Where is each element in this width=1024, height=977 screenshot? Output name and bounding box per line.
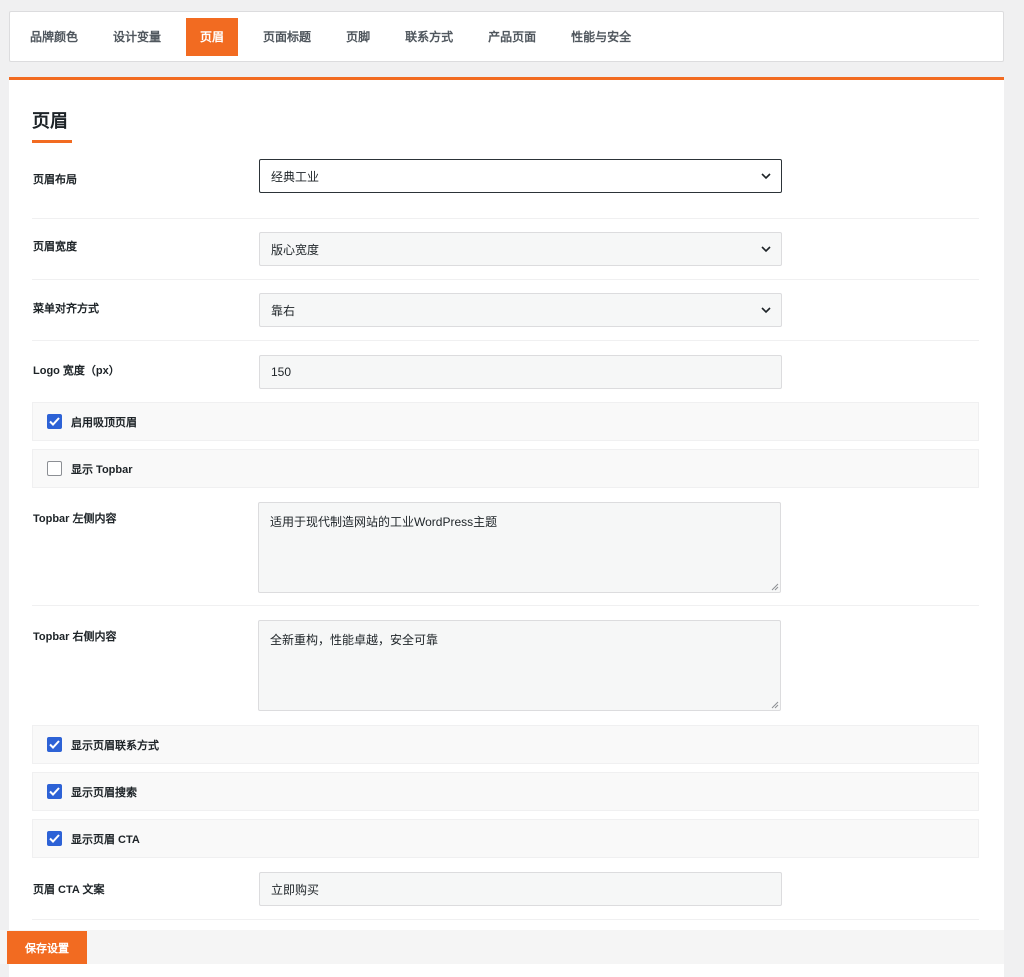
tab-product-page[interactable]: 产品页面 xyxy=(478,18,546,56)
header-width-label: 页眉宽度 xyxy=(33,241,77,253)
show-search-label: 显示页眉搜索 xyxy=(71,786,137,799)
section-title: 页眉 xyxy=(32,111,68,131)
resize-grip-icon[interactable] xyxy=(771,583,779,591)
checkmark-icon xyxy=(49,740,60,749)
topbar-left-wrapper: 适用于现代制造网站的工业WordPress主题 xyxy=(258,502,781,593)
show-search-toggle[interactable]: 显示页眉搜索 xyxy=(32,772,979,811)
show-cta-toggle[interactable]: 显示页眉 CTA xyxy=(32,819,979,858)
checkmark-icon xyxy=(49,787,60,796)
topbar-right-textarea[interactable]: 全新重构，性能卓越，安全可靠 xyxy=(258,620,781,711)
show-topbar-checkbox[interactable] xyxy=(47,461,62,476)
header-width-select[interactable]: 版心宽度 xyxy=(259,232,782,266)
show-search-checkbox[interactable] xyxy=(47,784,62,799)
show-topbar-label: 显示 Topbar xyxy=(71,463,133,476)
cta-text-label: 页眉 CTA 文案 xyxy=(33,884,105,896)
settings-panel: 页眉 页眉布局 经典工业 页眉宽度 版心宽度 菜单对齐方式 靠右 Logo 宽度… xyxy=(9,77,1004,977)
sticky-header-toggle[interactable]: 启用吸顶页眉 xyxy=(32,402,979,441)
show-cta-label: 显示页眉 CTA xyxy=(71,833,140,846)
cta-text-value: 立即购买 xyxy=(271,882,320,897)
tab-footer[interactable]: 页脚 xyxy=(336,18,380,56)
topbar-right-row: Topbar 右侧内容 全新重构，性能卓越，安全可靠 xyxy=(32,620,979,724)
tab-header[interactable]: 页眉 xyxy=(186,17,239,56)
menu-align-row: 菜单对齐方式 靠右 xyxy=(32,293,979,341)
tab-performance-security[interactable]: 性能与安全 xyxy=(561,18,641,56)
show-cta-checkbox[interactable] xyxy=(47,831,62,846)
topbar-left-textarea[interactable]: 适用于现代制造网站的工业WordPress主题 xyxy=(258,502,781,593)
logo-width-label: Logo 宽度（px） xyxy=(33,365,120,377)
show-contact-toggle[interactable]: 显示页眉联系方式 xyxy=(32,725,979,764)
header-layout-row: 页眉布局 经典工业 xyxy=(32,159,979,219)
save-settings-button[interactable]: 保存设置 xyxy=(7,931,87,964)
sticky-header-checkbox[interactable] xyxy=(47,414,62,429)
header-layout-value: 经典工业 xyxy=(271,169,320,184)
checkmark-icon xyxy=(49,417,60,426)
topbar-right-wrapper: 全新重构，性能卓越，安全可靠 xyxy=(258,620,781,711)
sticky-footer-bar xyxy=(0,930,1004,964)
header-width-value: 版心宽度 xyxy=(271,242,320,257)
logo-width-input[interactable]: 150 xyxy=(259,355,782,389)
show-contact-label: 显示页眉联系方式 xyxy=(71,739,159,752)
cta-text-row: 页眉 CTA 文案 立即购买 xyxy=(32,872,979,920)
chevron-down-icon xyxy=(761,173,771,180)
header-layout-label: 页眉布局 xyxy=(33,174,77,186)
tab-design-variables[interactable]: 设计变量 xyxy=(103,18,171,56)
menu-align-value: 靠右 xyxy=(271,303,296,318)
chevron-down-icon xyxy=(761,307,771,314)
tab-page-title[interactable]: 页面标题 xyxy=(253,18,321,56)
header-width-row: 页眉宽度 版心宽度 xyxy=(32,232,979,280)
chevron-down-icon xyxy=(761,246,771,253)
show-topbar-toggle[interactable]: 显示 Topbar xyxy=(32,449,979,488)
title-underline xyxy=(32,140,72,143)
resize-grip-icon[interactable] xyxy=(771,701,779,709)
cta-text-input[interactable]: 立即购买 xyxy=(259,872,782,906)
settings-tab-bar: 品牌颜色 设计变量 页眉 页面标题 页脚 联系方式 产品页面 性能与安全 xyxy=(9,11,1004,62)
show-contact-checkbox[interactable] xyxy=(47,737,62,752)
logo-width-value: 150 xyxy=(271,365,292,379)
topbar-left-label: Topbar 左侧内容 xyxy=(33,513,117,525)
topbar-left-row: Topbar 左侧内容 适用于现代制造网站的工业WordPress主题 xyxy=(32,502,979,606)
logo-width-row: Logo 宽度（px） 150 xyxy=(32,355,979,402)
checkmark-icon xyxy=(49,834,60,843)
header-layout-select[interactable]: 经典工业 xyxy=(259,159,782,193)
sticky-header-label: 启用吸顶页眉 xyxy=(71,416,137,429)
menu-align-select[interactable]: 靠右 xyxy=(259,293,782,327)
menu-align-label: 菜单对齐方式 xyxy=(33,303,99,315)
tab-contact[interactable]: 联系方式 xyxy=(395,18,463,56)
topbar-right-label: Topbar 右侧内容 xyxy=(33,631,117,643)
tab-brand-colors[interactable]: 品牌颜色 xyxy=(20,18,88,56)
